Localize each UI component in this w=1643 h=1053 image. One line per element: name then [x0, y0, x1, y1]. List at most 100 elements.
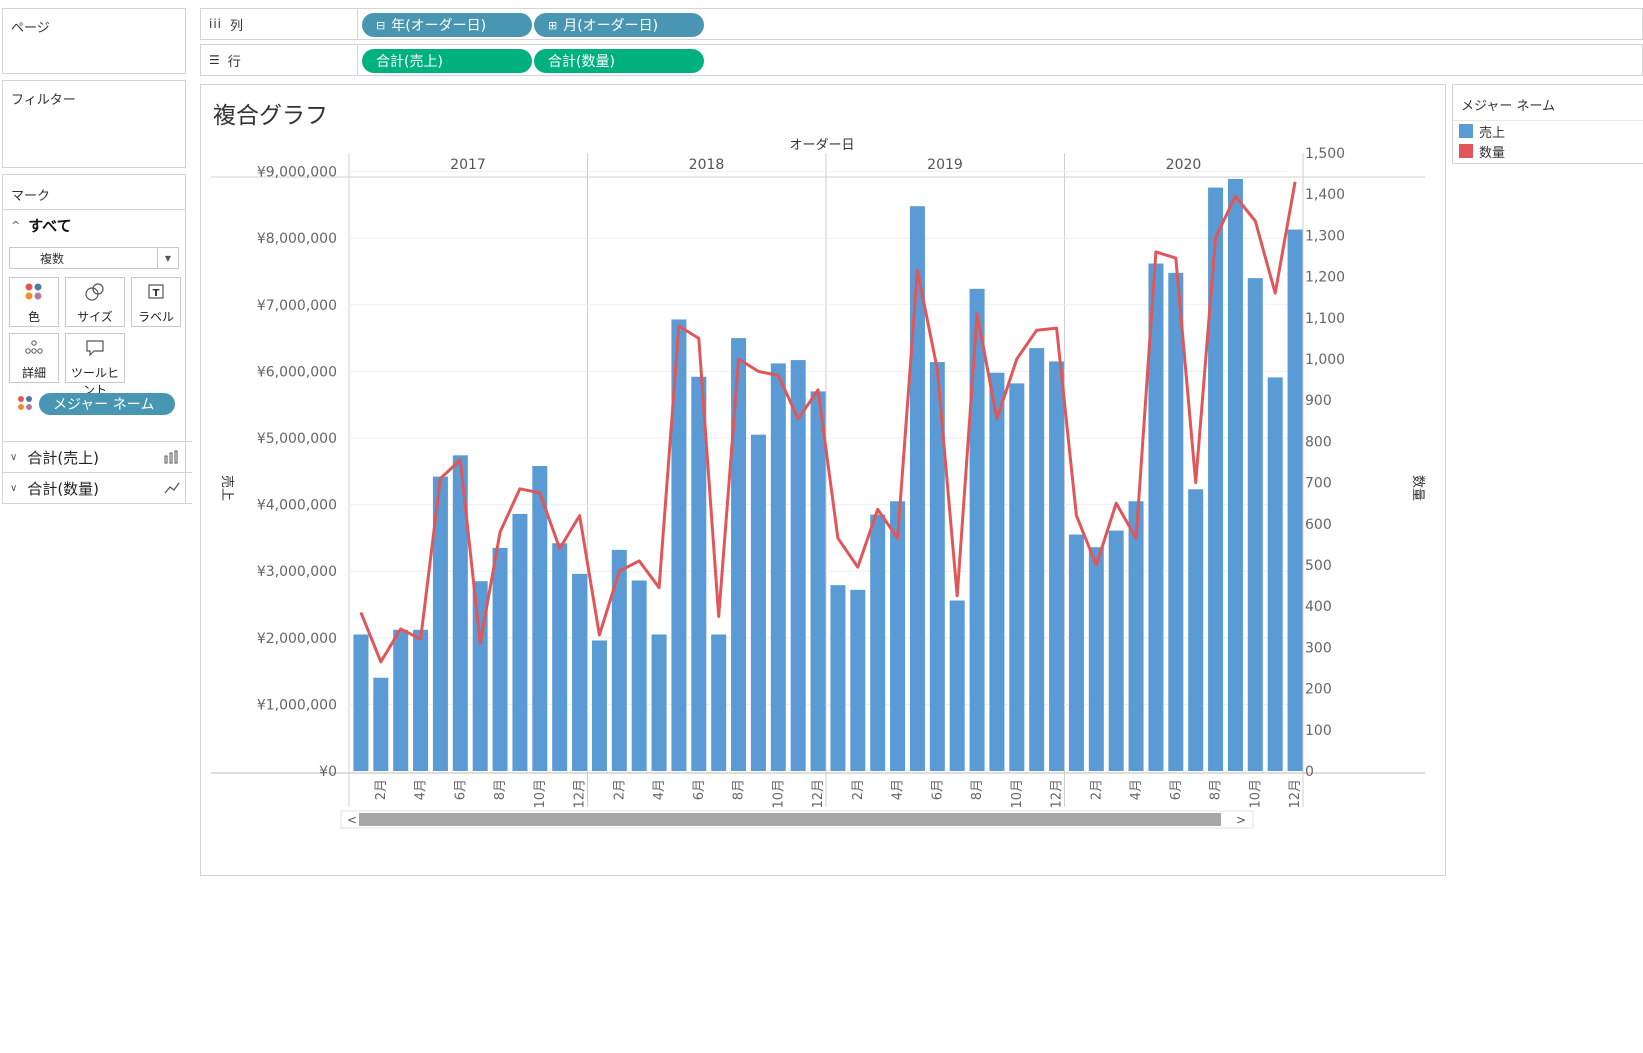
year-header-2018: 2018 [689, 157, 725, 173]
month-order-date-pill[interactable]: ⊞ 月(オーダー日) [534, 13, 704, 37]
bar-sales [750, 434, 766, 771]
bar-sales [830, 585, 846, 771]
bar-sales [552, 543, 568, 771]
label-button[interactable]: T ラベル [131, 277, 181, 327]
detail-dots-icon [10, 338, 58, 364]
tooltip-button[interactable]: ツールヒント [65, 333, 125, 397]
speech-bubble-icon [66, 338, 124, 364]
combo-chart: 複合グラフ オーダー日 2017 2018 2019 2020 ¥0 ¥1,000,000 ¥… [211, 103, 1425, 829]
bar-sales [691, 376, 707, 771]
month-order-date-pill-label: 月(オーダー日) [563, 18, 659, 34]
legend-item-quantity[interactable]: 数量 [1453, 141, 1643, 161]
x-month-tick: 6月 [1169, 779, 1184, 800]
y-left-tick: ¥7,000,000 [257, 298, 337, 314]
bar-sales [591, 640, 607, 771]
marks-all-label: すべて [28, 217, 72, 235]
y-left-tick: ¥0 [319, 764, 337, 780]
legend-item-sales[interactable]: 売上 [1453, 120, 1643, 141]
bar-sales [631, 580, 647, 771]
x-month-tick: 12月 [1050, 779, 1065, 809]
mark-type-dropdown[interactable]: 複数 ▼ [9, 247, 179, 269]
x-month-tick: 12月 [573, 779, 588, 809]
bar-sales [651, 634, 667, 771]
columns-shelf-title: 列 [230, 18, 244, 34]
x-month-tick: 2月 [851, 779, 866, 800]
x-month-tick: 8月 [732, 779, 747, 800]
chart-title: 複合グラフ [213, 103, 328, 129]
scroll-left-icon: < [347, 813, 357, 827]
detail-button[interactable]: 詳細 [9, 333, 59, 383]
bar-sales [770, 363, 786, 771]
y-right-tick: 600 [1305, 517, 1332, 533]
bar-sales [1068, 534, 1084, 771]
rows-shelf-title: 行 [227, 54, 241, 70]
x-month-tick: 6月 [453, 779, 468, 800]
color-dots-icon [17, 395, 33, 415]
marks-panel-title: マーク [11, 189, 51, 204]
sum-sales-pill[interactable]: 合計(売上) [362, 49, 532, 73]
x-month-tick: 6月 [692, 779, 707, 800]
marks-section-quantity[interactable]: ∨ 合計(数量) [2, 472, 192, 504]
y-right-tick: 1,100 [1305, 311, 1345, 327]
bar-sales [373, 677, 389, 771]
bar-sales [850, 589, 866, 771]
y-left-tick: ¥2,000,000 [257, 631, 337, 647]
bar-sales [353, 634, 369, 771]
detail-button-label: 詳細 [21, 366, 46, 380]
x-month-tick: 8月 [970, 779, 985, 800]
scroll-right-icon: > [1236, 813, 1246, 827]
bar-sales [1029, 348, 1045, 771]
x-month-tick: 2月 [374, 779, 389, 800]
y-right-tick: 100 [1305, 723, 1332, 739]
rows-shelf[interactable]: ☰ 行 合計(売上) 合計(数量) [200, 44, 1643, 76]
legend-title: メジャー ネーム [1461, 99, 1556, 114]
size-button-label: サイズ [77, 310, 113, 324]
marks-section-sales[interactable]: ∨ 合計(売上) [2, 441, 192, 473]
bar-sales [1247, 278, 1263, 771]
color-button[interactable]: 色 [9, 277, 59, 327]
marks-section-sales-label: 合計(売上) [27, 449, 100, 467]
svg-text:T: T [153, 288, 160, 299]
bar-sales [1267, 377, 1283, 771]
y-right-tick: 1,000 [1305, 352, 1345, 368]
bar-sales [413, 629, 429, 771]
x-month-tick: 10月 [533, 779, 548, 809]
measure-names-pill-label: メジャー ネーム [53, 397, 155, 413]
bar-sales [790, 360, 806, 771]
bar-sales [810, 391, 826, 771]
filters-panel[interactable]: フィルター [2, 80, 186, 168]
x-month-tick: 2月 [612, 779, 627, 800]
x-month-tick: 4月 [414, 779, 429, 800]
expand-icon: ⊞ [548, 18, 558, 32]
column-header-label: オーダー日 [789, 138, 854, 153]
size-icon [66, 282, 124, 308]
size-button[interactable]: サイズ [65, 277, 125, 327]
y-left-tick: ¥9,000,000 [257, 165, 337, 181]
pages-panel-title: ページ [11, 21, 50, 36]
marks-section-quantity-label: 合計(数量) [27, 479, 100, 498]
chart-view: 複合グラフ オーダー日 2017 2018 2019 2020 ¥0 ¥1,000,000 ¥… [200, 84, 1446, 876]
y-right-tick: 800 [1305, 434, 1332, 450]
bar-sales [1227, 178, 1243, 771]
bar-sales [711, 634, 727, 771]
y-right-tick: 1,500 [1305, 146, 1345, 162]
legend-swatch-sales [1459, 124, 1473, 138]
sum-quantity-pill[interactable]: 合計(数量) [534, 49, 704, 73]
marks-all-header[interactable]: ^ すべて [3, 209, 185, 241]
columns-shelf-label: iii 列 [200, 9, 358, 39]
columns-shelf[interactable]: iii 列 ⊟ 年(オーダー日) ⊞ 月(オーダー日) [200, 8, 1643, 40]
x-month-tick: 4月 [1129, 779, 1144, 800]
year-order-date-pill[interactable]: ⊟ 年(オーダー日) [362, 13, 532, 37]
bar-sales [492, 547, 508, 771]
bar-sales [989, 372, 1005, 771]
sum-quantity-pill-label: 合計(数量) [548, 54, 615, 70]
y-right-tick: 400 [1305, 599, 1332, 615]
measure-names-pill[interactable]: メジャー ネーム [39, 393, 175, 415]
y-right-tick: 1,200 [1305, 270, 1345, 286]
scrollbar-thumb [359, 813, 1221, 826]
bar-sales [949, 600, 965, 771]
y-right-tick: 0 [1305, 764, 1314, 780]
y-right-axis-label: 数量 [1410, 475, 1425, 501]
year-header-2020: 2020 [1166, 157, 1202, 173]
y-right-tick: 200 [1305, 682, 1332, 698]
